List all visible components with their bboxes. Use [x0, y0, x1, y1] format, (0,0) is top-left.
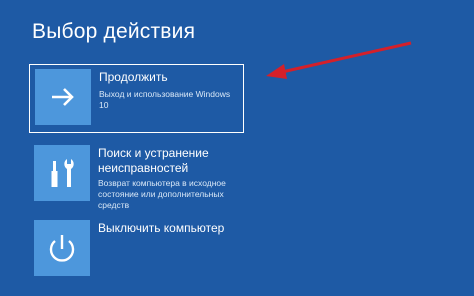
shutdown-tile[interactable]	[34, 220, 90, 276]
tools-icon	[51, 159, 74, 187]
troubleshoot-description: Возврат компьютера в исходное состояние …	[98, 178, 226, 210]
power-icon	[49, 235, 75, 262]
troubleshoot-tile[interactable]	[34, 145, 90, 201]
shutdown-title: Выключить компьютер	[98, 221, 225, 235]
arrow-right-icon	[52, 88, 74, 106]
page-title: Выбор действия	[32, 20, 196, 43]
continue-tile[interactable]	[35, 69, 91, 125]
shutdown-option[interactable]: Выключить компьютер	[29, 216, 244, 282]
continue-option[interactable]: Продолжить Выход и использование Windows…	[29, 64, 244, 133]
troubleshoot-title: Поиск и устранение неисправностей	[98, 146, 209, 175]
continue-description: Выход и использование Windows 10	[99, 89, 231, 110]
troubleshoot-option[interactable]: Поиск и устранение неисправностей Возвра…	[29, 141, 244, 211]
continue-title: Продолжить	[99, 70, 168, 84]
